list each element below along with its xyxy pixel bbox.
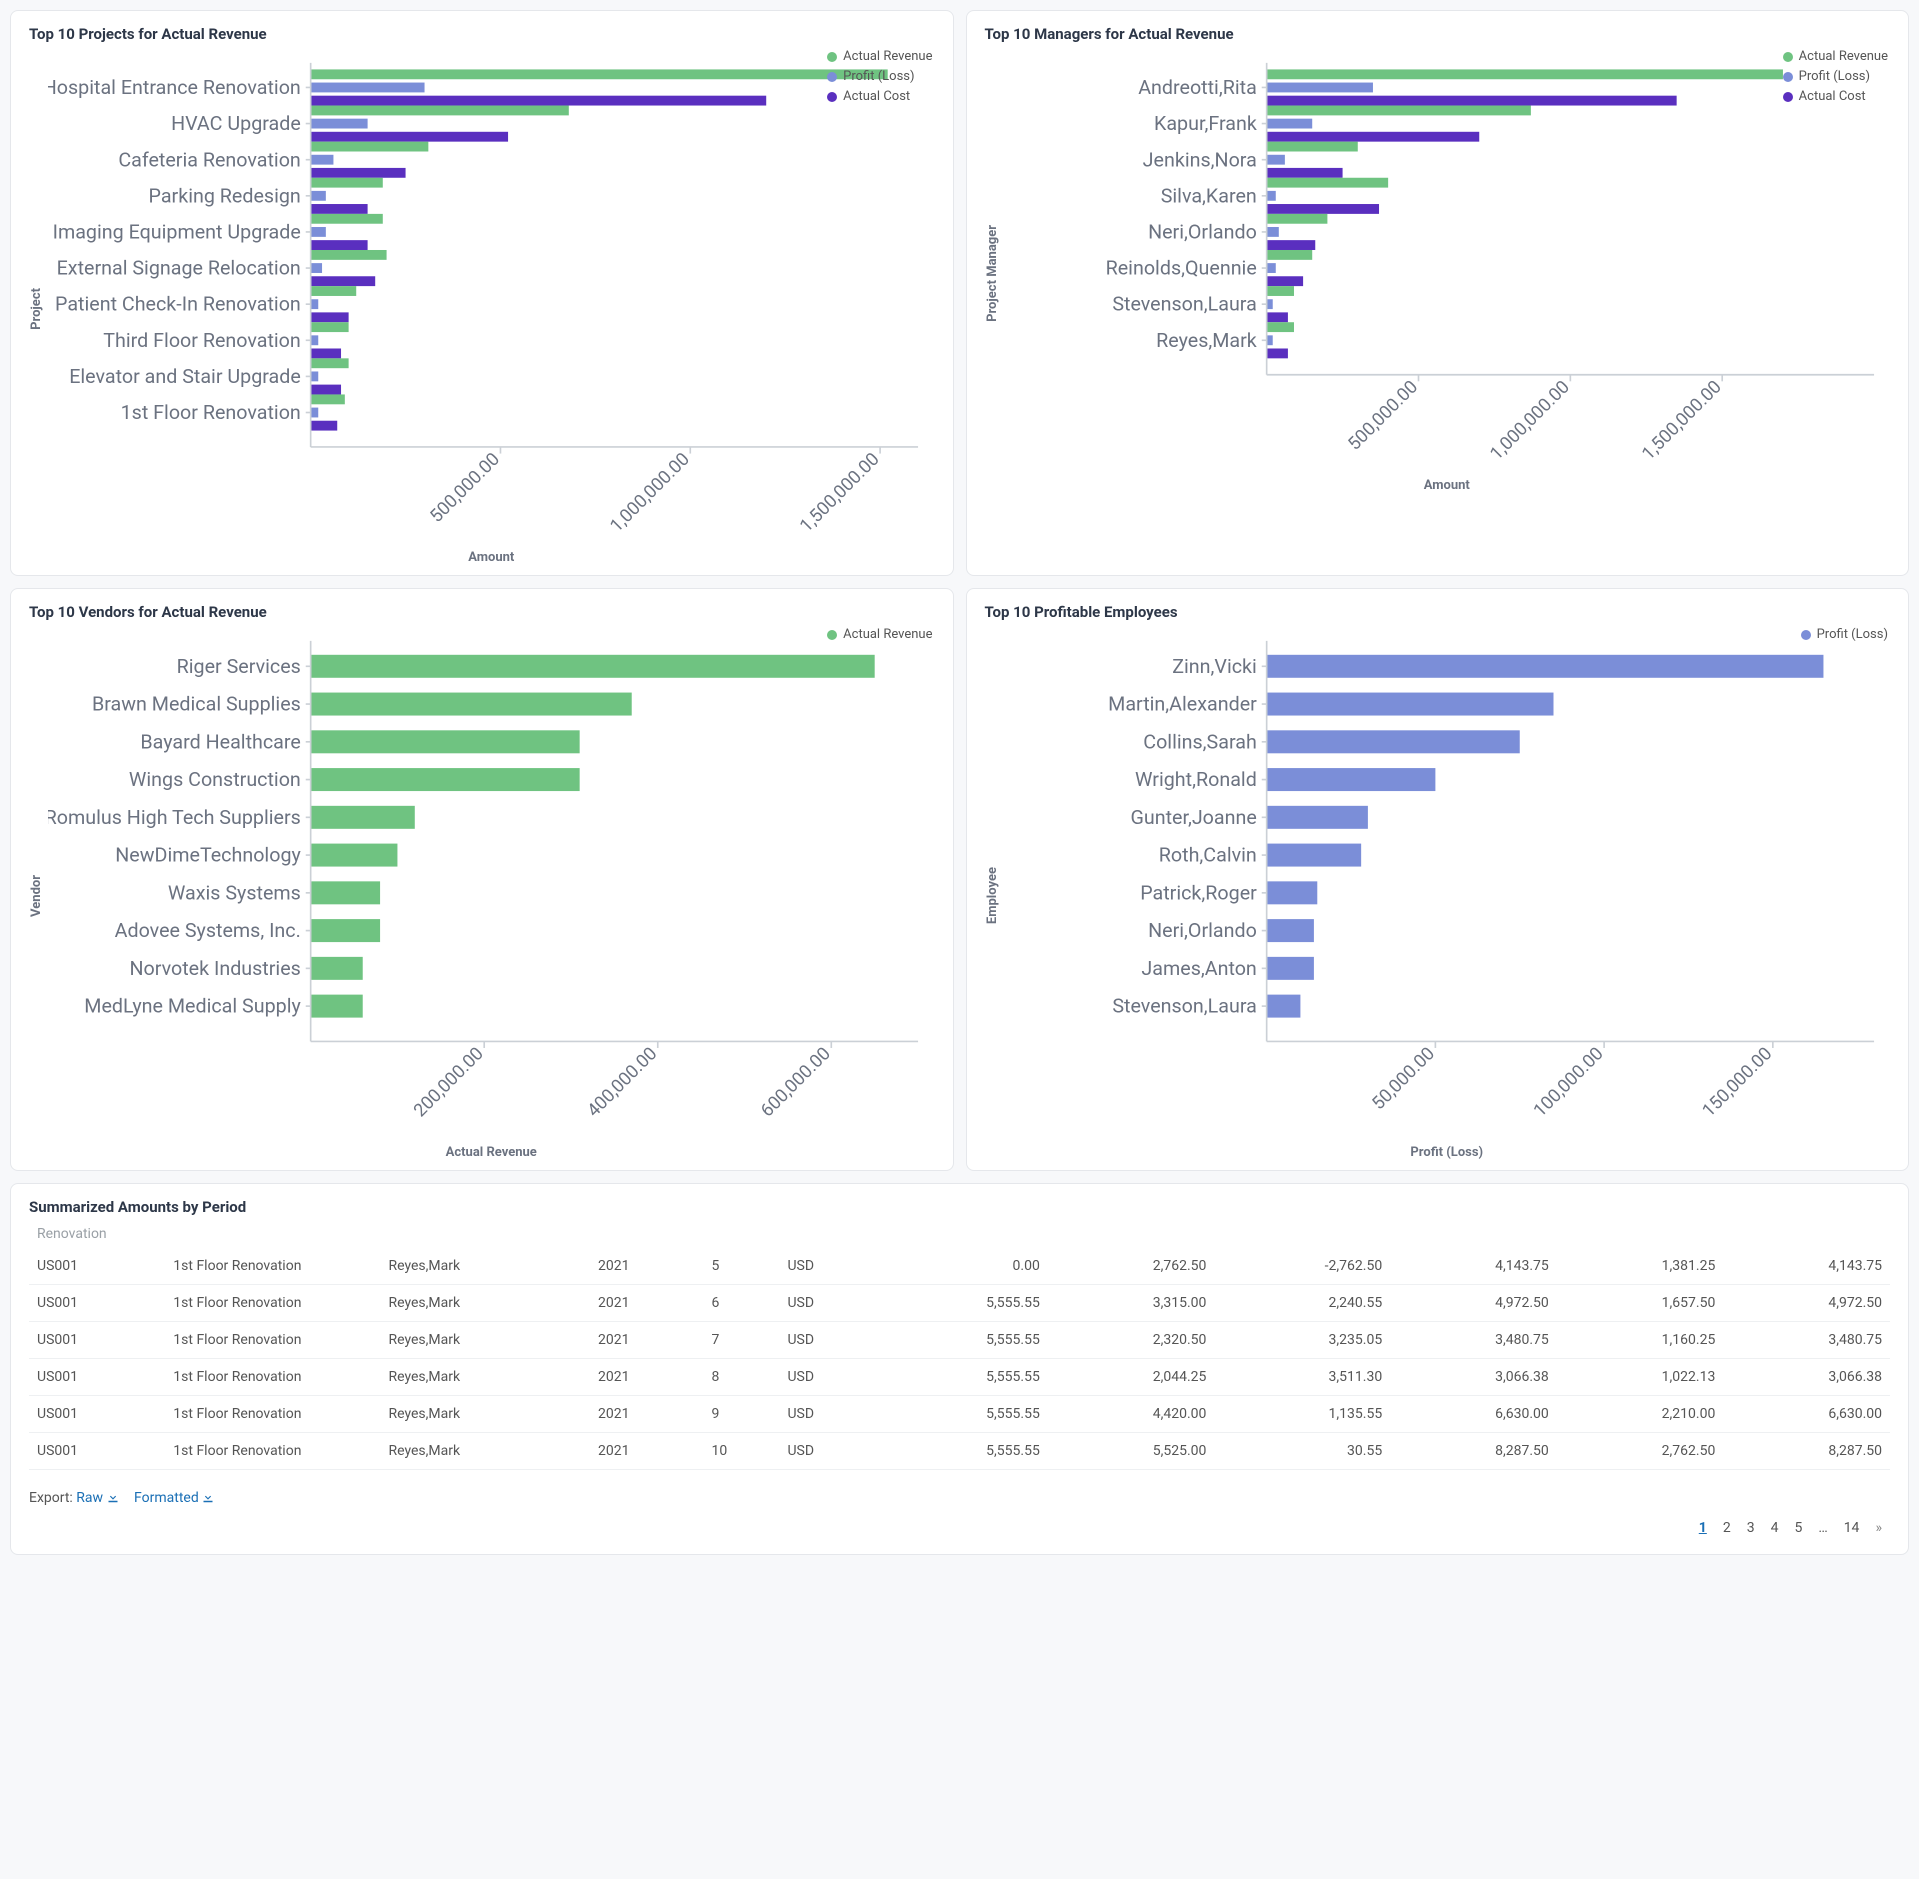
chart-svg: Hospital Entrance Renovation HVAC Upgrade… <box>48 53 935 542</box>
chart-card-projects: Top 10 Projects for Actual Revenue Actua… <box>10 10 954 576</box>
svg-text:Andreotti,Rita: Andreotti,Rita <box>1138 76 1257 99</box>
svg-text:Reyes,Mark: Reyes,Mark <box>1156 329 1257 352</box>
svg-text:Jenkins,Nora: Jenkins,Nora <box>1142 148 1256 171</box>
svg-text:Neri,Orlando: Neri,Orlando <box>1148 919 1257 942</box>
summary-table-card: Summarized Amounts by Period Renovation … <box>10 1183 1909 1555</box>
chart-svg: Zinn,Vicki Martin,Alexander Collins,Sarah W… <box>1004 631 1891 1137</box>
svg-text:Imaging Equipment Upgrade: Imaging Equipment Upgrade <box>53 221 301 244</box>
svg-text:500,000.00: 500,000.00 <box>426 449 504 527</box>
table-row: US001 1st Floor Renovation Reyes,Mark 20… <box>29 1321 1890 1358</box>
page-…[interactable]: … <box>1810 1516 1835 1540</box>
table-row: US001 1st Floor Renovation Reyes,Mark 20… <box>29 1284 1890 1321</box>
pagination: 12345…14» <box>29 1516 1890 1540</box>
svg-text:Elevator and Stair Upgrade: Elevator and Stair Upgrade <box>69 365 301 388</box>
chart-svg: Andreotti,Rita Kapur,Frank Jenkins,Nora Sil… <box>1004 53 1891 470</box>
svg-text:500,000.00: 500,000.00 <box>1343 377 1421 455</box>
svg-text:Silva,Karen: Silva,Karen <box>1160 184 1256 207</box>
svg-text:Reinolds,Quennie: Reinolds,Quennie <box>1105 257 1256 280</box>
svg-text:Patrick,Roger: Patrick,Roger <box>1140 882 1257 905</box>
svg-text:600,000.00: 600,000.00 <box>757 1043 835 1121</box>
page-5[interactable]: 5 <box>1786 1516 1810 1540</box>
svg-text:HVAC Upgrade: HVAC Upgrade <box>171 112 301 135</box>
svg-text:Bayard Healthcare: Bayard Healthcare <box>140 731 300 754</box>
svg-text:Zinn,Vicki: Zinn,Vicki <box>1172 655 1257 678</box>
y-axis-label: Project Manager <box>985 225 1000 322</box>
export-formatted-link[interactable]: Formatted <box>134 1490 214 1506</box>
table-row: US001 1st Floor Renovation Reyes,Mark 20… <box>29 1248 1890 1285</box>
svg-text:NewDimeTechnology: NewDimeTechnology <box>115 844 301 867</box>
page-3[interactable]: 3 <box>1739 1516 1763 1540</box>
summary-table: US001 1st Floor Renovation Reyes,Mark 20… <box>29 1248 1890 1470</box>
chart-card-vendors: Top 10 Vendors for Actual Revenue Actual… <box>10 588 954 1171</box>
svg-text:Adovee Systems, Inc.: Adovee Systems, Inc. <box>115 919 301 942</box>
svg-text:150,000.00: 150,000.00 <box>1698 1043 1776 1121</box>
table-row: US001 1st Floor Renovation Reyes,Mark 20… <box>29 1358 1890 1395</box>
svg-text:Neri,Orlando: Neri,Orlando <box>1148 221 1257 244</box>
svg-text:Kapur,Frank: Kapur,Frank <box>1153 112 1256 135</box>
page-next[interactable]: » <box>1867 1516 1890 1540</box>
svg-text:Hospital Entrance Renovation: Hospital Entrance Renovation <box>48 76 301 99</box>
svg-text:1st Floor Renovation: 1st Floor Renovation <box>121 401 301 424</box>
svg-text:Third Floor Renovation: Third Floor Renovation <box>103 329 301 352</box>
partial-row: Renovation <box>29 1226 1890 1248</box>
chart-title: Top 10 Projects for Actual Revenue <box>29 25 935 43</box>
svg-text:Romulus High Tech Suppliers: Romulus High Tech Suppliers <box>48 806 301 829</box>
svg-text:Roth,Calvin: Roth,Calvin <box>1158 844 1256 867</box>
x-axis-label: Amount <box>1004 478 1891 493</box>
download-icon <box>107 1491 119 1503</box>
chart-svg: Riger Services Brawn Medical Supplies Baya… <box>48 631 935 1137</box>
svg-text:Collins,Sarah: Collins,Sarah <box>1143 731 1257 754</box>
chart-card-managers: Top 10 Managers for Actual Revenue Actua… <box>966 10 1910 576</box>
chart-legend: Profit (Loss) <box>1801 625 1888 645</box>
table-row: US001 1st Floor Renovation Reyes,Mark 20… <box>29 1395 1890 1432</box>
svg-text:50,000.00: 50,000.00 <box>1367 1043 1438 1114</box>
page-4[interactable]: 4 <box>1763 1516 1787 1540</box>
svg-text:James,Anton: James,Anton <box>1141 957 1256 980</box>
x-axis-label: Amount <box>48 550 935 565</box>
svg-text:External Signage Relocation: External Signage Relocation <box>57 257 301 280</box>
svg-text:Gunter,Joanne: Gunter,Joanne <box>1130 806 1256 829</box>
chart-legend: Actual Revenue <box>827 625 932 645</box>
export-row: Export: Raw Formatted <box>29 1490 1890 1506</box>
svg-text:1,000,000.00: 1,000,000.00 <box>1486 377 1574 465</box>
chart-title: Top 10 Managers for Actual Revenue <box>985 25 1891 43</box>
svg-text:200,000.00: 200,000.00 <box>410 1043 488 1121</box>
export-raw-link[interactable]: Raw <box>76 1490 122 1506</box>
svg-text:Cafeteria Renovation: Cafeteria Renovation <box>118 148 300 171</box>
svg-text:1,500,000.00: 1,500,000.00 <box>1637 377 1725 465</box>
svg-text:Norvotek Industries: Norvotek Industries <box>129 957 300 980</box>
x-axis-label: Actual Revenue <box>48 1145 935 1160</box>
svg-text:Stevenson,Laura: Stevenson,Laura <box>1112 995 1256 1018</box>
svg-text:1,000,000.00: 1,000,000.00 <box>606 449 694 537</box>
y-axis-label: Project <box>29 288 44 330</box>
chart-title: Top 10 Profitable Employees <box>985 603 1891 621</box>
y-axis-label: Employee <box>985 867 1000 924</box>
svg-text:Martin,Alexander: Martin,Alexander <box>1108 693 1257 716</box>
svg-text:Riger Services: Riger Services <box>177 655 301 678</box>
svg-text:Waxis Systems: Waxis Systems <box>168 882 301 905</box>
chart-legend: Actual RevenueProfit (Loss)Actual Cost <box>827 47 932 107</box>
table-title: Summarized Amounts by Period <box>29 1198 1890 1216</box>
table-row: US001 1st Floor Renovation Reyes,Mark 20… <box>29 1432 1890 1469</box>
svg-text:Patient Check-In Renovation: Patient Check-In Renovation <box>55 293 301 316</box>
svg-text:Parking Redesign: Parking Redesign <box>149 184 301 207</box>
svg-text:Wright,Ronald: Wright,Ronald <box>1135 768 1257 791</box>
svg-text:Brawn Medical Supplies: Brawn Medical Supplies <box>92 693 301 716</box>
page-1[interactable]: 1 <box>1691 1516 1715 1540</box>
page-2[interactable]: 2 <box>1715 1516 1739 1540</box>
page-14[interactable]: 14 <box>1836 1516 1868 1540</box>
svg-text:MedLyne Medical Supply: MedLyne Medical Supply <box>84 995 301 1018</box>
download-icon <box>202 1491 214 1503</box>
svg-text:100,000.00: 100,000.00 <box>1529 1043 1607 1121</box>
chart-card-employees: Top 10 Profitable Employees Profit (Loss… <box>966 588 1910 1171</box>
svg-text:Wings Construction: Wings Construction <box>129 768 301 791</box>
x-axis-label: Profit (Loss) <box>1004 1145 1891 1160</box>
svg-text:1,500,000.00: 1,500,000.00 <box>796 449 884 537</box>
svg-text:400,000.00: 400,000.00 <box>583 1043 661 1121</box>
svg-text:Stevenson,Laura: Stevenson,Laura <box>1112 293 1256 316</box>
chart-title: Top 10 Vendors for Actual Revenue <box>29 603 935 621</box>
chart-legend: Actual RevenueProfit (Loss)Actual Cost <box>1783 47 1888 107</box>
y-axis-label: Vendor <box>29 875 44 917</box>
